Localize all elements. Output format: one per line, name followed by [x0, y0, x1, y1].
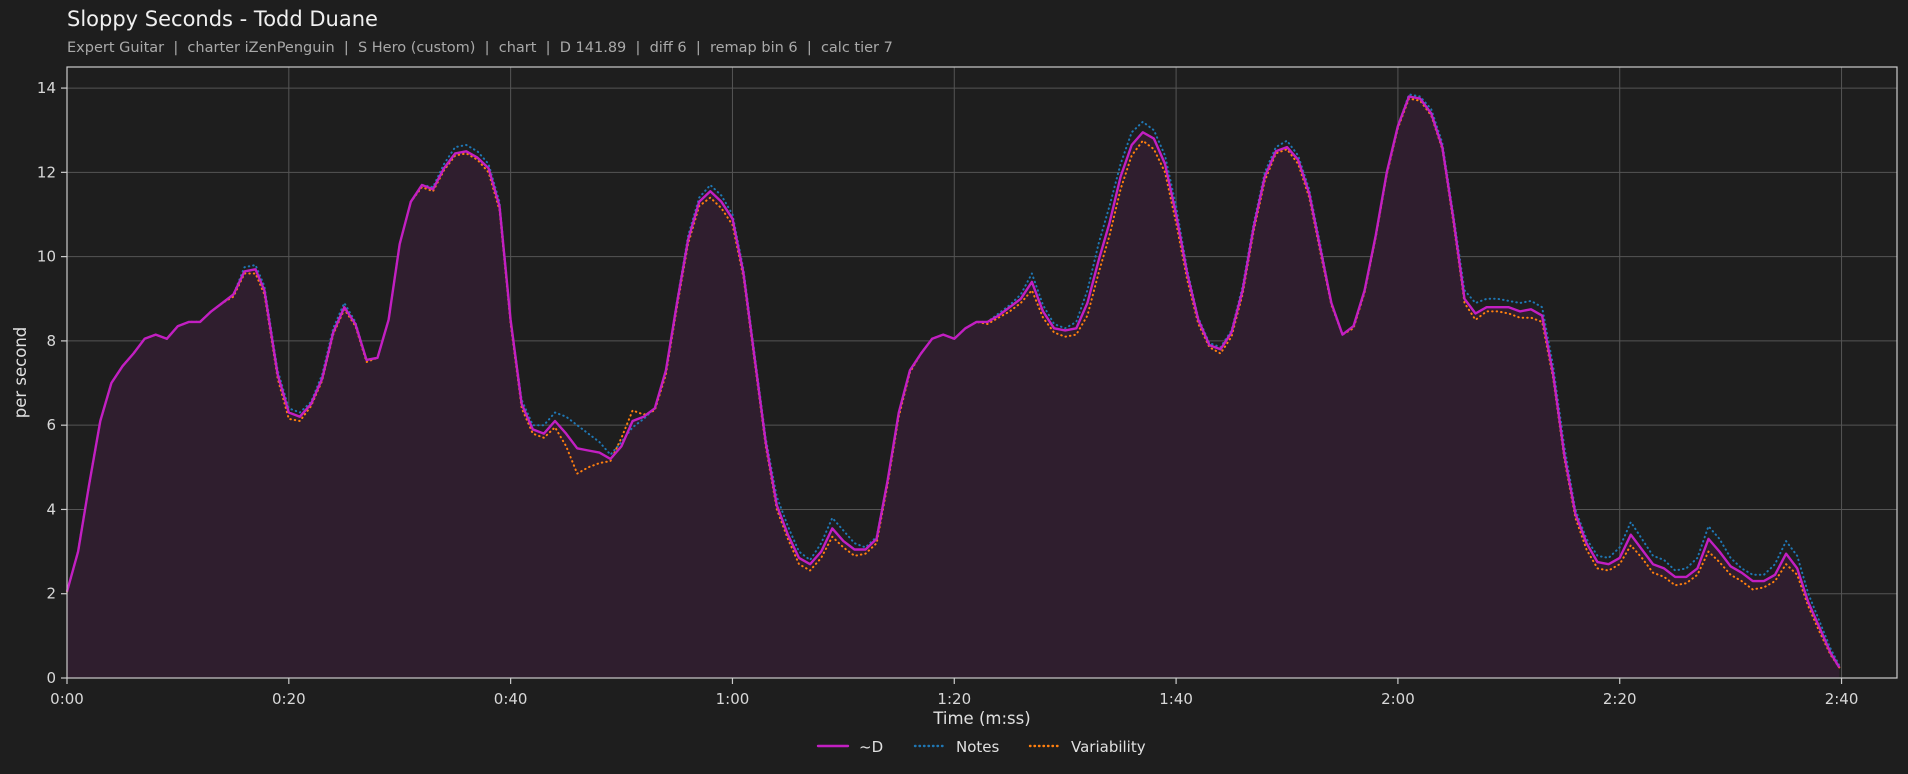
x-tick-label: 1:40 — [1159, 690, 1193, 708]
x-axis-ticks: 0:00 0:20 0:40 1:00 1:20 1:40 2:00 2:20 2:40 — [50, 678, 1858, 708]
y-tick-label: 14 — [37, 79, 56, 97]
y-tick-label: 2 — [46, 585, 56, 603]
legend: ~D Notes Variability — [816, 738, 1146, 756]
x-tick-label: 0:00 — [50, 690, 84, 708]
x-tick-label: 0:40 — [494, 690, 528, 708]
y-tick-label: 6 — [46, 416, 56, 434]
x-tick-label: 2:00 — [1381, 690, 1415, 708]
x-tick-label: 0:20 — [272, 690, 306, 708]
legend-label-d: ~D — [859, 738, 883, 756]
legend-label-variability: Variability — [1071, 738, 1146, 756]
y-tick-label: 0 — [46, 669, 56, 687]
y-tick-label: 8 — [46, 332, 56, 350]
y-tick-label: 4 — [46, 500, 56, 518]
x-tick-label: 1:20 — [937, 690, 971, 708]
x-tick-label: 2:40 — [1825, 690, 1859, 708]
legend-label-notes: Notes — [956, 738, 1000, 756]
x-tick-label: 2:20 — [1603, 690, 1637, 708]
x-tick-label: 1:00 — [716, 690, 750, 708]
y-axis-label: per second — [11, 327, 30, 419]
y-tick-label: 12 — [37, 163, 56, 181]
y-axis-ticks: 0 2 4 6 8 10 12 14 — [37, 79, 67, 687]
area-fill-d — [67, 96, 1840, 678]
x-axis-label: Time (m:ss) — [932, 709, 1030, 728]
y-tick-label: 10 — [37, 248, 56, 266]
chart-canvas: 0:00 0:20 0:40 1:00 1:20 1:40 2:00 2:20 2:40 0 2 4… — [11, 66, 1898, 756]
